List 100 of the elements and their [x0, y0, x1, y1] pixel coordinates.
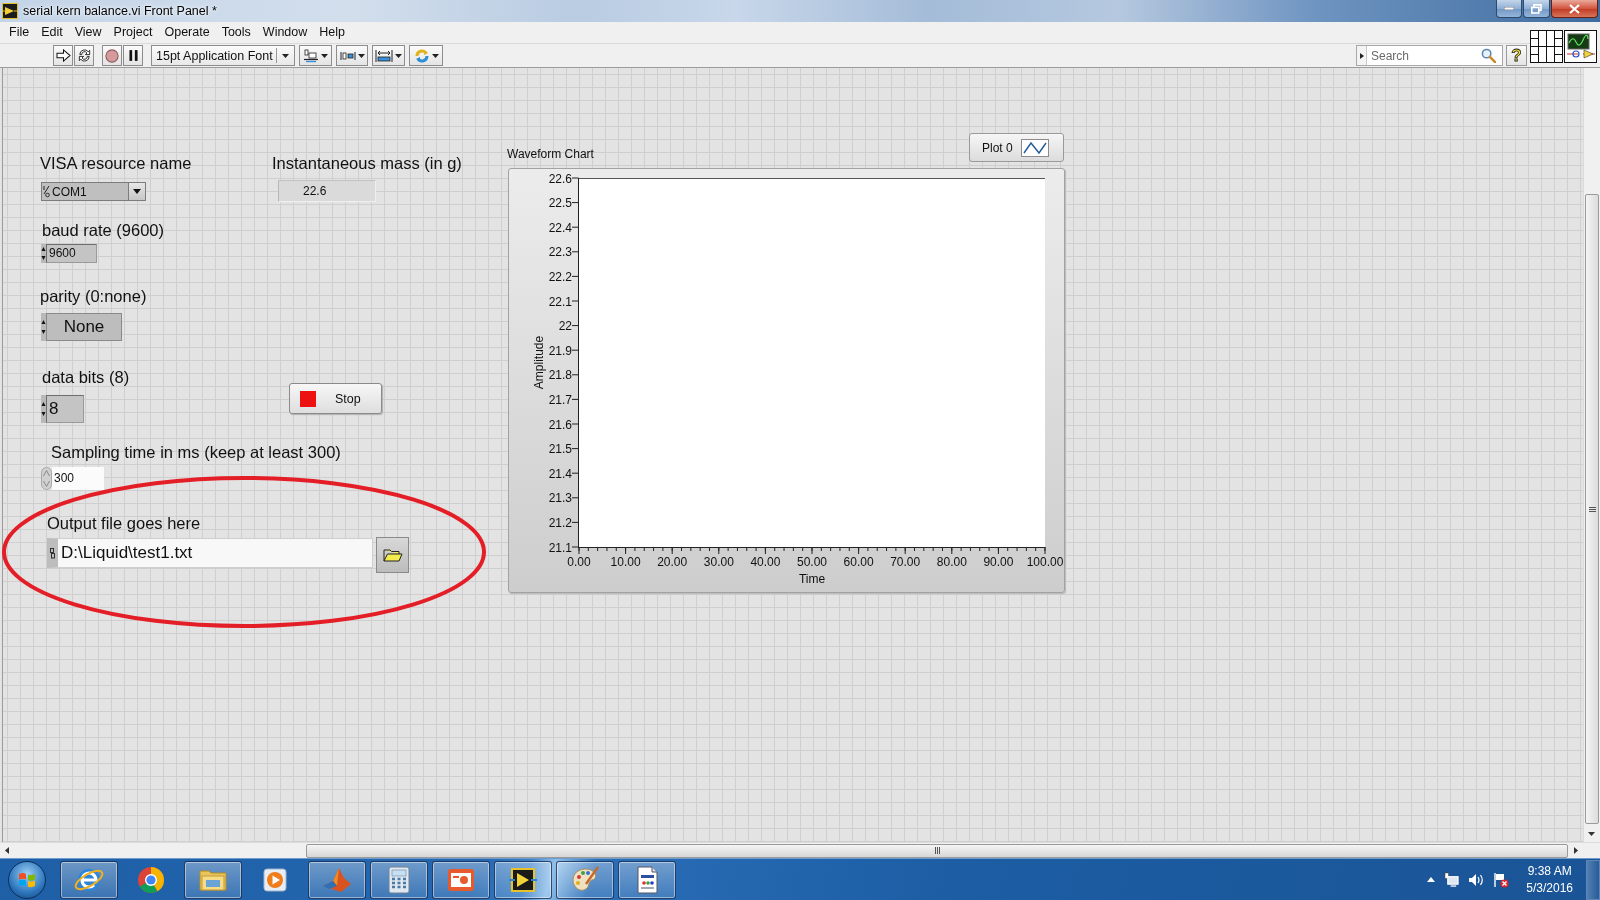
numeric-indicator: 22.6 — [278, 180, 376, 202]
taskbar-button[interactable] — [432, 860, 490, 899]
y-tick-label: 22 — [558, 319, 572, 334]
minimize-button[interactable] — [1496, 0, 1522, 18]
distribute-button[interactable] — [336, 45, 368, 66]
menu-item[interactable]: Help — [313, 23, 352, 42]
control-label: parity (0:none) — [40, 286, 147, 306]
start-button[interactable] — [8, 860, 46, 899]
menu-item[interactable]: Project — [107, 23, 159, 42]
abort-button[interactable] — [102, 45, 122, 66]
taskbar-button[interactable] — [370, 860, 428, 899]
y-tick-label: 21.9 — [548, 343, 572, 358]
taskbar-button[interactable] — [184, 860, 242, 899]
run-button[interactable] — [53, 45, 73, 66]
browse-button[interactable] — [376, 537, 409, 573]
caret-icon — [282, 53, 289, 58]
y-tick-label: 22.2 — [548, 269, 572, 284]
spinner-arrows-icon[interactable] — [41, 395, 46, 423]
x-tick-label: 100.00 — [1026, 555, 1064, 569]
restore-button[interactable] — [1523, 0, 1550, 18]
x-tick-label: 40.00 — [750, 555, 781, 569]
taskbar-button[interactable] — [618, 860, 676, 899]
search-field[interactable]: Search — [1356, 45, 1503, 66]
clock-time[interactable]: 9:38 AM — [1527, 862, 1572, 880]
spinner-arrows-icon[interactable] — [41, 244, 46, 263]
pause-button[interactable] — [123, 45, 143, 66]
y-tick-label: 21.5 — [548, 442, 572, 457]
flag-alert-icon[interactable] — [1493, 871, 1510, 888]
x-tick-label: 0.00 — [567, 555, 591, 569]
vertical-scrollbar[interactable] — [1583, 68, 1600, 842]
spinner-arrows-icon[interactable] — [41, 313, 46, 341]
x-tick-label: 10.00 — [610, 555, 641, 569]
x-tick-label: 20.00 — [657, 555, 688, 569]
search-input[interactable]: Search — [1367, 46, 1481, 65]
scrollbar-thumb[interactable] — [1585, 194, 1599, 824]
y-tick-label: 21.8 — [548, 368, 572, 383]
y-axis-title: Amplitude — [532, 335, 546, 390]
pause-icon — [128, 50, 138, 61]
menu-item[interactable]: File — [3, 23, 36, 42]
down-arrow-icon[interactable] — [1588, 832, 1595, 836]
caret-icon — [431, 53, 439, 58]
x-tick-label: 50.00 — [797, 555, 827, 569]
y-tick-label: 21.7 — [548, 392, 572, 407]
plot-legend[interactable]: Plot 0 — [969, 133, 1064, 162]
taskbar-button[interactable] — [60, 860, 118, 899]
stop-circle-icon — [105, 48, 119, 63]
y-tick-label: 21.4 — [548, 466, 572, 481]
x-tick-label: 70.00 — [890, 555, 921, 569]
numeric-field[interactable]: 300 — [52, 467, 104, 490]
path-tag-icon — [50, 548, 55, 559]
io-tag-icon — [43, 185, 50, 198]
scrollbar-thumb[interactable] — [306, 843, 1568, 858]
menu-item[interactable]: Edit — [35, 23, 69, 42]
y-tick-label: 21.2 — [548, 515, 572, 530]
close-button[interactable] — [1551, 0, 1598, 18]
clock-date[interactable]: 5/3/2016 — [1526, 879, 1573, 897]
resize-button[interactable] — [372, 45, 405, 66]
menu-item[interactable]: View — [68, 23, 108, 42]
control-label: Sampling time in ms (keep at least 300) — [51, 442, 341, 462]
grip-icon — [1588, 506, 1596, 512]
app-icon — [2, 3, 18, 19]
y-tick-label: 22.3 — [548, 245, 572, 260]
stop-button[interactable]: Stop — [289, 383, 382, 414]
control-label: Output file goes here — [47, 513, 201, 533]
reorder-button[interactable] — [409, 45, 443, 66]
menu-item[interactable]: Window — [256, 23, 314, 42]
x-tick-label: 80.00 — [936, 555, 967, 569]
ring-selector[interactable]: None — [46, 313, 122, 341]
x-axis-title: Time — [798, 572, 826, 586]
window-title: serial kern balance.vi Front Panel * — [23, 4, 217, 18]
arrow-icon — [55, 49, 71, 62]
taskbar-button[interactable] — [556, 860, 614, 899]
left-arrow-icon[interactable] — [5, 847, 9, 854]
line-swatch-icon — [1020, 138, 1049, 157]
y-tick-label: 22.6 — [548, 171, 572, 186]
cycle-arrows-icon — [76, 48, 92, 63]
network-icon[interactable] — [1444, 872, 1460, 887]
file-path-field[interactable]: D:\Liquid\test1.txt — [47, 538, 373, 568]
x-tick-label: 90.00 — [983, 555, 1014, 569]
taskbar-button[interactable] — [308, 860, 366, 899]
x-tick-label: 60.00 — [843, 555, 874, 569]
numeric-field[interactable]: 9600 — [46, 244, 97, 263]
show-hidden-icons-icon[interactable] — [1427, 877, 1436, 882]
numeric-field[interactable]: 8 — [46, 395, 84, 423]
legend-label: Plot 0 — [982, 140, 1013, 155]
run-continuously-button[interactable] — [74, 45, 94, 66]
align-button[interactable] — [299, 45, 332, 66]
font-dropdown[interactable]: 15pt Application Font — [151, 45, 295, 66]
x-tick-label: 30.00 — [703, 555, 734, 569]
taskbar-button[interactable] — [494, 860, 552, 899]
caret-icon — [321, 53, 328, 58]
horizontal-scrollbar[interactable] — [0, 842, 1600, 858]
triangle-right-icon[interactable] — [1359, 52, 1364, 59]
menu-item[interactable]: Tools — [215, 23, 257, 42]
right-arrow-icon[interactable] — [1574, 847, 1578, 854]
restore-icon — [1531, 3, 1542, 14]
resource-name-dropdown[interactable]: COM1 — [41, 182, 146, 201]
control-label: baud rate (9600) — [42, 220, 164, 240]
menu-item[interactable]: Operate — [158, 23, 216, 42]
connector-pane-icon — [1530, 30, 1563, 63]
